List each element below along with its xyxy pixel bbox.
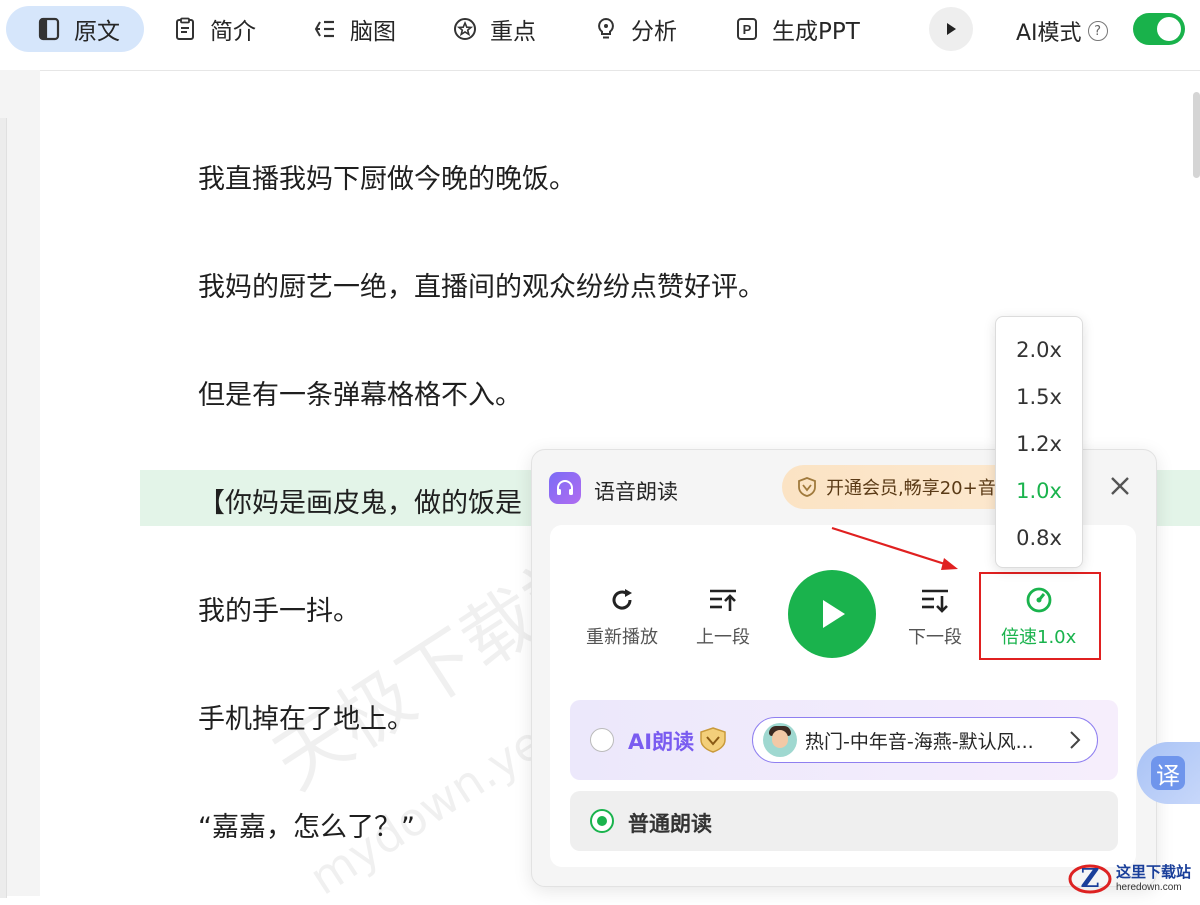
ai-mode-toggle[interactable] <box>1133 13 1185 45</box>
play-icon <box>947 23 956 35</box>
paragraph-current: 【你妈是画皮鬼，做的饭是 <box>198 488 522 519</box>
tab-label: 原文 <box>74 19 120 45</box>
tab-label: 重点 <box>490 19 536 45</box>
left-gutter <box>0 70 40 898</box>
play-button[interactable] <box>788 570 876 658</box>
ai-mode-text: AI模式 <box>1016 21 1082 46</box>
vip-banner-text: 开通会员,畅享20+音 <box>826 478 996 499</box>
voice-selector[interactable]: 热门-中年音-海燕-默认风... <box>752 717 1098 763</box>
ai-read-label: AI朗读 <box>628 730 695 754</box>
paragraph: 我直播我妈下厨做今晚的晚饭。 <box>198 164 576 195</box>
site-logo-url: heredown.com <box>1116 882 1182 893</box>
vip-shield-icon <box>796 476 818 498</box>
next-paragraph-button[interactable]: 下一段 <box>908 583 962 649</box>
scrollbar-thumb[interactable] <box>1193 92 1200 178</box>
next-paragraph-label: 下一段 <box>908 627 962 648</box>
speed-option[interactable]: 2.0x <box>996 338 1082 362</box>
replay-icon <box>608 583 636 617</box>
mindmap-icon <box>312 16 338 42</box>
tab-label: 简介 <box>210 19 256 45</box>
normal-read-radio[interactable] <box>590 809 614 833</box>
playback-card: 重新播放 上一段 下一段 倍速1.0x AI朗读 热门-中年音-海燕-默认风..… <box>550 525 1136 867</box>
more-tabs-button[interactable] <box>929 7 973 51</box>
paragraph: 但是有一条弹幕格格不入。 <box>198 380 522 411</box>
tab-mindmap[interactable]: 脑图 <box>312 6 396 52</box>
voice-avatar <box>763 723 797 757</box>
tab-analysis[interactable]: 分析 <box>593 6 677 52</box>
tab-keypoints[interactable]: 重点 <box>452 6 536 52</box>
speed-option[interactable]: 1.5x <box>996 385 1082 409</box>
site-logo-mark: Z <box>1068 859 1112 895</box>
tab-original[interactable]: 原文 <box>6 6 144 52</box>
speed-option[interactable]: 1.2x <box>996 432 1082 456</box>
annotation-highlight-box <box>979 572 1101 660</box>
paragraph: 我的手一抖。 <box>198 596 360 627</box>
document-icon <box>36 16 62 42</box>
svg-text:P: P <box>743 22 752 37</box>
clipboard-icon <box>172 16 198 42</box>
top-tab-bar: 原文 简介 脑图 重点 分析 P 生成PPT AI模式 ? <box>0 0 1200 71</box>
paragraph: 手机掉在了地上。 <box>198 704 414 735</box>
tab-label: 生成PPT <box>772 19 860 45</box>
panel-title: 语音朗读 <box>594 480 678 504</box>
tab-summary[interactable]: 简介 <box>172 6 256 52</box>
chevron-right-icon <box>1069 730 1081 754</box>
ai-mode-label: AI模式 ? <box>1016 15 1108 47</box>
replay-label: 重新播放 <box>586 627 658 648</box>
vip-crown-icon <box>698 726 728 758</box>
paragraph: “嘉嘉，怎么了？” <box>198 812 415 843</box>
star-icon <box>452 16 478 42</box>
previous-paragraph-label: 上一段 <box>696 627 750 648</box>
lightbulb-icon <box>593 16 619 42</box>
normal-read-option[interactable]: 普通朗读 <box>570 791 1118 851</box>
toggle-knob <box>1157 17 1181 41</box>
voice-name: 热门-中年音-海燕-默认风... <box>805 730 1034 753</box>
help-icon[interactable]: ? <box>1087 21 1108 41</box>
ai-read-option[interactable]: AI朗读 热门-中年音-海燕-默认风... <box>570 700 1118 780</box>
previous-paragraph-icon <box>708 583 738 617</box>
next-paragraph-icon <box>920 583 950 617</box>
speed-dropdown: 2.0x 1.5x 1.2x 1.0x 0.8x <box>995 316 1083 568</box>
tab-label: 分析 <box>631 19 677 45</box>
play-icon <box>823 600 845 628</box>
headphones-icon <box>549 472 581 504</box>
ai-read-radio[interactable] <box>590 728 614 752</box>
normal-read-label: 普通朗读 <box>628 812 712 836</box>
previous-paragraph-button[interactable]: 上一段 <box>696 583 750 649</box>
site-logo: Z 这里下载站 heredown.com <box>1068 858 1200 896</box>
translate-button[interactable]: 译 <box>1137 742 1200 804</box>
gutter-edge <box>0 118 7 898</box>
site-logo-name: 这里下载站 <box>1116 863 1192 881</box>
speed-option-selected[interactable]: 1.0x <box>996 479 1082 503</box>
close-panel-button[interactable] <box>1106 472 1134 500</box>
svg-text:Z: Z <box>1081 864 1100 894</box>
replay-button[interactable]: 重新播放 <box>586 583 658 649</box>
paragraph: 我妈的厨艺一绝，直播间的观众纷纷点赞好评。 <box>198 272 765 303</box>
ppt-icon: P <box>734 16 760 42</box>
close-icon <box>1111 477 1129 495</box>
speed-option[interactable]: 0.8x <box>996 526 1082 550</box>
tab-label: 脑图 <box>350 19 396 45</box>
translate-label: 译 <box>1151 756 1185 790</box>
tab-generate-ppt[interactable]: P 生成PPT <box>734 6 860 52</box>
